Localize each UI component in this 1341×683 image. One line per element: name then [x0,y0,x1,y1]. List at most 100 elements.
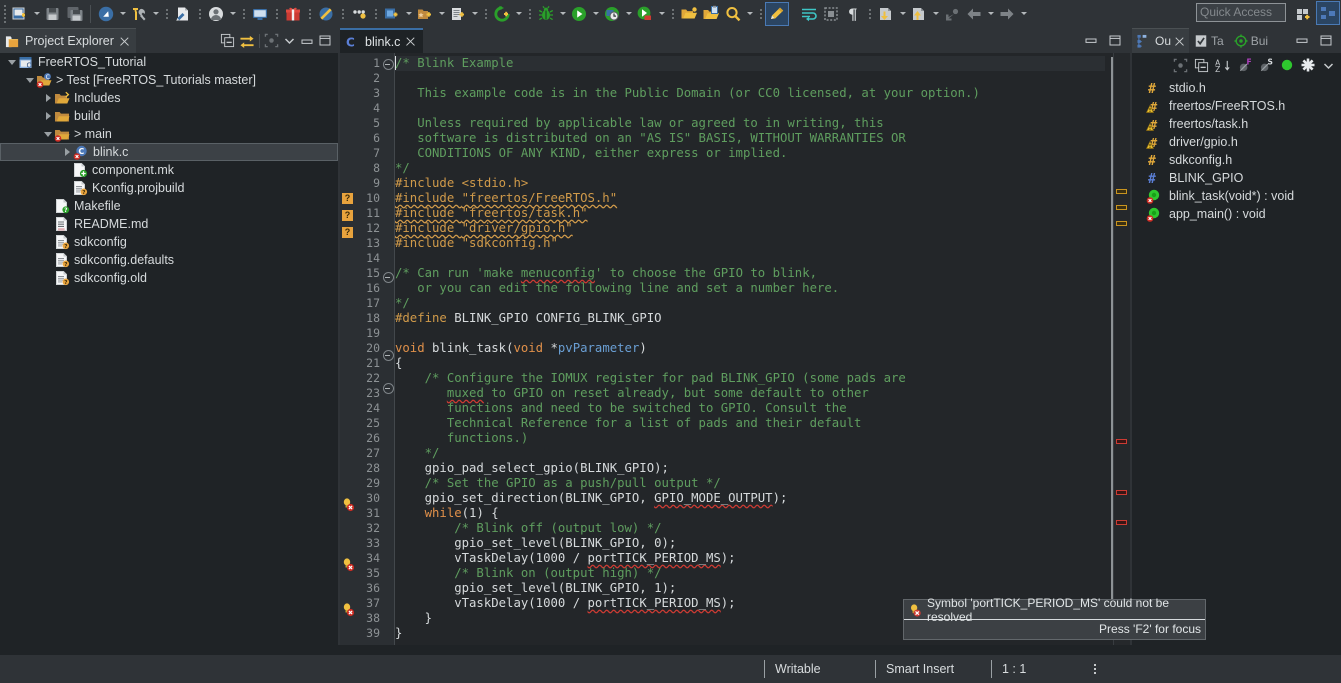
run-button[interactable] [568,3,590,25]
debug-button[interactable] [535,3,557,25]
code-line[interactable]: void blink_task(void *pvParameter) [395,341,1130,356]
tab-blink-c[interactable]: C blink.c [340,28,424,53]
console-button[interactable] [249,3,271,25]
back-dropdown[interactable] [985,3,996,25]
open-folder-button[interactable] [678,3,700,25]
twisty-expanded-icon[interactable] [42,125,54,143]
close-icon[interactable] [405,36,416,47]
last-edit-button[interactable] [941,3,963,25]
overview-ruler[interactable] [1113,53,1130,653]
outline-items[interactable]: # stdio.h # freertos/FreeRTOS.h # freertos/ta… [1132,77,1341,223]
unresolved-include-marker-icon[interactable]: ? [340,227,356,242]
source-code[interactable]: /* Blink Example This example code is in… [395,53,1130,653]
new-doc-button[interactable] [447,3,469,25]
more-button[interactable] [348,3,370,25]
outline-item[interactable]: # freertos/task.h [1132,115,1341,133]
tree-row[interactable]: ? sdkconfig [0,233,338,251]
new-file-dropdown[interactable] [31,3,42,25]
twisty-collapsed-icon[interactable] [42,107,54,125]
cdt-perspective-button[interactable] [1316,1,1340,25]
unresolved-include-marker-icon[interactable]: ? [340,193,356,208]
open-perspective-button[interactable] [1293,4,1315,26]
outline-item[interactable]: app_main() : void [1132,205,1341,223]
tree-row[interactable]: ? sdkconfig.defaults [0,251,338,269]
annotation-marker-column[interactable]: ??? [340,53,356,653]
tree-row-selected[interactable]: Cblink.c [0,143,338,161]
hide-nonpublic-icon[interactable] [1280,58,1294,72]
fold-toggle-icon[interactable] [382,383,394,398]
close-icon[interactable] [1174,36,1184,46]
quick-access-input[interactable]: Quick Access [1196,3,1286,22]
code-line[interactable]: gpio_pad_select_gpio(BLINK_GPIO); [395,461,1130,476]
prev-annotation-dropdown[interactable] [930,3,941,25]
profile-button[interactable] [601,3,623,25]
ruler-error-marker[interactable] [1116,439,1127,444]
new-folder-button[interactable] [414,3,436,25]
fold-toggle-icon[interactable] [382,59,394,74]
maximize-icon[interactable] [1319,34,1333,47]
new-c-file-button[interactable] [172,3,194,25]
code-line[interactable]: */ [395,296,1130,311]
view-menu-icon[interactable] [283,34,296,47]
bulb-error-marker-icon[interactable] [340,497,356,512]
code-line[interactable]: /* Blink off (output low) */ [395,521,1130,536]
ruler-warning-marker[interactable] [1116,221,1127,226]
tree-row[interactable]: ? Makefile [0,197,338,215]
code-line[interactable]: #include "freertos/FreeRTOS.h" [395,191,1130,206]
ruler-warning-marker[interactable] [1116,205,1127,210]
collapse-all-icon[interactable] [220,33,235,48]
esp-idf-button[interactable] [95,3,117,25]
tab-project-explorer[interactable]: Project Explorer [0,28,136,53]
external-tools-dropdown[interactable] [656,3,667,25]
debug-dropdown[interactable] [557,3,568,25]
code-line[interactable]: #include "driver/gpio.h" [395,221,1130,236]
code-line[interactable] [395,251,1130,266]
ruler-error-marker[interactable] [1116,490,1127,495]
hide-static-icon[interactable]: S [1259,58,1274,73]
new-doc-dropdown[interactable] [469,3,480,25]
tab-outline[interactable]: Ou [1132,28,1190,53]
new-file-button[interactable] [9,3,31,25]
twisty-collapsed-icon[interactable] [42,89,54,107]
toggle-wordwrap-button[interactable] [798,3,820,25]
code-line[interactable]: /* Blink Example [395,56,1130,71]
tab-build-targets[interactable]: Bui [1229,28,1273,53]
code-line[interactable]: vTaskDelay(1000 / portTICK_PERIOD_MS); [395,551,1130,566]
tab-tasks[interactable]: Ta [1189,28,1229,53]
code-line[interactable]: #define BLINK_GPIO CONFIG_BLINK_GPIO [395,311,1130,326]
fold-toggle-icon[interactable] [382,272,394,287]
code-line[interactable]: gpio_set_level(BLINK_GPIO, 1); [395,581,1130,596]
back-button[interactable] [963,3,985,25]
refresh-dropdown[interactable] [513,3,524,25]
outline-item[interactable]: # stdio.h [1132,79,1341,97]
twisty-expanded-icon[interactable] [6,53,18,71]
save-button[interactable] [42,3,64,25]
link-with-editor-icon[interactable] [239,33,255,48]
code-line[interactable] [395,326,1130,341]
show-whitespace-button[interactable]: ¶ [842,3,864,25]
next-annotation-button[interactable] [875,3,897,25]
code-line[interactable]: #include "freertos/task.h" [395,206,1130,221]
code-line[interactable]: /* Set the GPIO as a push/pull output */ [395,476,1130,491]
external-tools-button[interactable] [634,3,656,25]
open-folder-paste-button[interactable] [700,3,722,25]
code-line[interactable]: functions and need to be switched to GPI… [395,401,1130,416]
user-dropdown[interactable] [227,3,238,25]
code-line[interactable]: CONDITIONS OF ANY KIND, either express o… [395,146,1130,161]
code-line[interactable]: or you can edit the following line and s… [395,281,1130,296]
code-line[interactable]: Unless required by applicable law or agr… [395,116,1130,131]
maximize-icon[interactable] [1108,34,1122,47]
code-line[interactable]: while(1) { [395,506,1130,521]
code-line[interactable]: Technical Reference for a list of pads a… [395,416,1130,431]
collapse-all-icon[interactable] [1194,58,1209,73]
esp-idf-dropdown[interactable] [117,3,128,25]
code-line[interactable] [395,71,1130,86]
outline-item[interactable]: blink_task(void*) : void [1132,187,1341,205]
code-line[interactable]: /* Can run 'make menuconfig' to choose t… [395,266,1130,281]
forward-button[interactable] [996,3,1018,25]
toolbar-grip[interactable] [2,4,8,24]
close-icon[interactable] [119,36,130,47]
folding-column[interactable] [382,53,395,653]
bulb-error-marker-icon[interactable] [340,557,356,572]
focus-link-icon[interactable] [1173,58,1188,73]
